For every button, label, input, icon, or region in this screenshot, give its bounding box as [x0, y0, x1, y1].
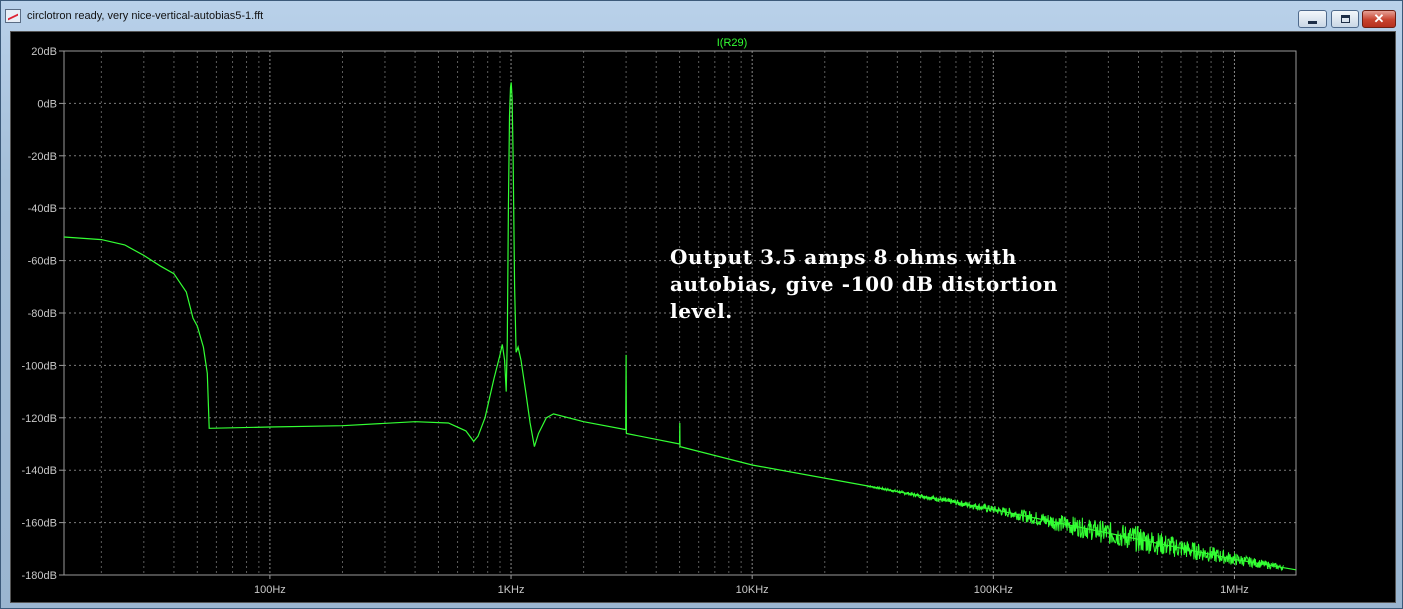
close-icon: ✕: [1373, 11, 1385, 26]
y-tick-label: -100dB: [22, 360, 57, 372]
y-tick-label: -140dB: [22, 465, 57, 477]
waveform-icon: [5, 9, 21, 23]
y-tick-label: 20dB: [31, 46, 57, 58]
y-tick-label: -40dB: [28, 203, 57, 215]
window-title: circlotron ready, very nice-vertical-aut…: [27, 10, 264, 22]
plot-pane[interactable]: 20dB 0dB -20dB -40dB -60dB -80dB -100dB -120dB -…: [10, 31, 1396, 603]
y-tick-label: -80dB: [28, 308, 57, 320]
x-tick-label: 10KHz: [736, 584, 769, 596]
maximize-icon: [1341, 15, 1350, 23]
annotation-line: Output 3.5 amps 8 ohms with: [670, 245, 1017, 269]
x-tick-label: 1MHz: [1220, 584, 1249, 596]
minimize-icon: [1308, 21, 1317, 24]
y-tick-label: -60dB: [28, 256, 57, 268]
title-bar[interactable]: circlotron ready, very nice-vertical-aut…: [1, 1, 1402, 31]
app-window: circlotron ready, very nice-vertical-aut…: [0, 0, 1403, 609]
y-tick-label: -160dB: [22, 518, 57, 530]
minimize-button[interactable]: [1298, 10, 1327, 28]
chart-title: I(R29): [717, 37, 748, 49]
x-tick-label: 1KHz: [498, 584, 525, 596]
y-tick-label: -180dB: [22, 570, 57, 582]
x-tick-label: 100KHz: [974, 584, 1013, 596]
annotation-text: Output 3.5 amps 8 ohms with autobias, gi…: [670, 244, 1110, 325]
maximize-button[interactable]: [1331, 10, 1359, 28]
y-tick-label: -120dB: [22, 413, 57, 425]
y-tick-label: 0dB: [37, 98, 57, 110]
annotation-line: autobias, give -100 dB distortion: [670, 272, 1059, 296]
series-noise: [867, 484, 1285, 572]
x-tick-label: 100Hz: [254, 584, 286, 596]
close-button[interactable]: ✕: [1362, 10, 1396, 28]
y-tick-label: -20dB: [28, 151, 57, 163]
annotation-line: level.: [670, 299, 733, 323]
